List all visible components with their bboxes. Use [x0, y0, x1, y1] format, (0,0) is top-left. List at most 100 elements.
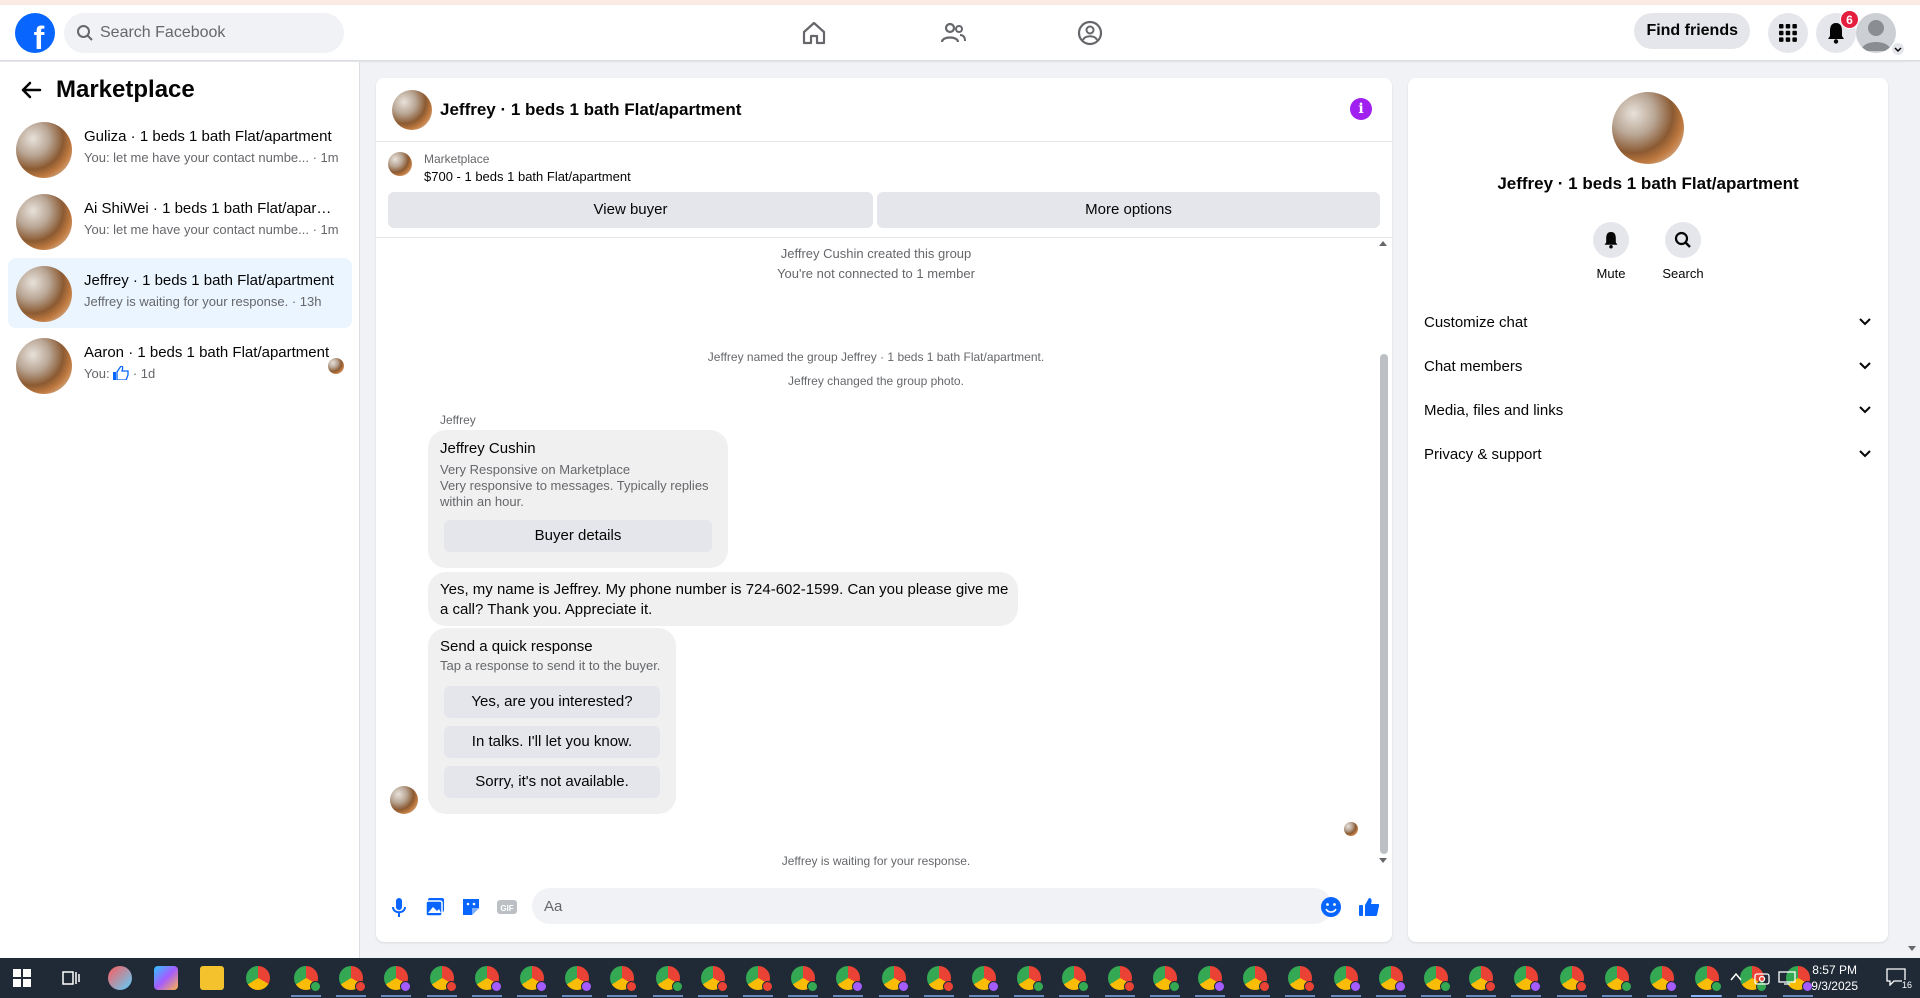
search-action[interactable]: Search — [1648, 222, 1718, 281]
windows-start-icon[interactable] — [13, 969, 31, 987]
gif-icon[interactable]: GIF — [496, 896, 518, 918]
search-input[interactable] — [100, 13, 330, 53]
quick-response-option[interactable]: Sorry, it's not available. — [444, 766, 660, 798]
groups-icon[interactable] — [1076, 19, 1104, 47]
chrome-profile-window-icon[interactable] — [429, 966, 457, 992]
system-message: Jeffrey changed the group photo. — [788, 374, 964, 388]
mute-button[interactable] — [1593, 222, 1629, 258]
chrome-profile-window-icon[interactable] — [1243, 966, 1271, 992]
chrome-profile-window-icon[interactable] — [474, 966, 502, 992]
microphone-icon[interactable] — [388, 896, 410, 918]
chrome-profile-window-icon[interactable] — [1107, 966, 1135, 992]
search-icon — [1674, 231, 1691, 248]
chrome-profile-window-icon[interactable] — [1017, 966, 1045, 992]
running-indicator — [833, 995, 864, 997]
chevron-down-icon[interactable] — [1892, 43, 1904, 55]
customize-chat-row[interactable]: Customize chat — [1424, 304, 1872, 340]
chrome-profile-window-icon[interactable] — [1650, 966, 1677, 992]
scroll-down-arrow-icon[interactable] — [1379, 858, 1387, 864]
network-icon[interactable] — [1778, 971, 1796, 985]
buyer-details-button[interactable]: Buyer details — [444, 520, 712, 552]
action-center-button[interactable]: 16 — [1886, 968, 1912, 990]
chrome-profile-window-icon[interactable] — [746, 966, 773, 992]
facebook-logo-icon[interactable]: f — [15, 13, 55, 53]
camera-icon[interactable] — [1754, 971, 1770, 985]
find-friends-button[interactable]: Find friends — [1634, 13, 1750, 49]
back-arrow-icon[interactable] — [20, 80, 42, 100]
chrome-profile-window-icon[interactable] — [972, 966, 999, 992]
listing-price[interactable]: $700 - 1 beds 1 bath Flat/apartment — [424, 169, 631, 184]
thread-scrollbar[interactable] — [1378, 241, 1388, 864]
copilot-icon[interactable] — [154, 966, 178, 990]
chrome-profile-window-icon[interactable] — [1378, 966, 1406, 992]
chrome-profile-window-icon[interactable] — [384, 966, 412, 992]
chevron-up-icon[interactable] — [1730, 972, 1742, 982]
chrome-profile-window-icon[interactable] — [1514, 966, 1542, 992]
chrome-profile-window-icon[interactable] — [791, 966, 819, 992]
group-photo[interactable] — [392, 90, 432, 130]
media-files-links-row[interactable]: Media, files and links — [1424, 392, 1872, 428]
chrome-profile-window-icon[interactable] — [881, 966, 909, 992]
sender-avatar[interactable] — [390, 786, 418, 814]
chrome-profile-window-icon[interactable] — [655, 966, 683, 992]
chrome-profile-window-icon[interactable] — [700, 966, 728, 992]
task-view-icon[interactable] — [62, 969, 80, 987]
friends-icon[interactable] — [939, 19, 967, 47]
notifications-button[interactable]: 6 — [1816, 10, 1859, 53]
more-options-button[interactable]: More options — [877, 192, 1380, 228]
view-buyer-button[interactable]: View buyer — [388, 192, 873, 228]
search-box[interactable] — [64, 13, 344, 53]
scroll-thumb[interactable] — [1380, 354, 1388, 854]
chrome-profile-window-icon[interactable] — [1152, 966, 1180, 992]
message-bubble[interactable]: Yes, my name is Jeffrey. My phone number… — [428, 572, 1018, 626]
chrome-profile-window-icon[interactable] — [565, 966, 593, 992]
running-indicator — [1647, 995, 1677, 997]
chrome-profile-window-icon[interactable] — [1424, 966, 1451, 992]
chrome-profile-window-icon[interactable] — [836, 966, 864, 992]
scroll-down-arrow-icon[interactable] — [1908, 946, 1916, 952]
chrome-profile-window-icon[interactable] — [1695, 966, 1723, 992]
quick-response-option[interactable]: Yes, are you interested? — [444, 686, 660, 718]
clock[interactable]: 8:57 PM 9/3/2025 — [1811, 962, 1858, 994]
message-input[interactable] — [532, 888, 1332, 924]
chrome-profile-window-icon[interactable] — [1604, 966, 1632, 992]
chrome-profile-window-icon[interactable] — [1559, 966, 1587, 992]
profile-badge-icon — [1304, 981, 1316, 992]
mute-action[interactable]: Mute — [1576, 222, 1646, 281]
scroll-up-arrow-icon[interactable] — [1379, 240, 1387, 246]
photo-attach-icon[interactable] — [424, 896, 446, 918]
chat-members-row[interactable]: Chat members — [1424, 348, 1872, 384]
home-icon[interactable] — [800, 19, 828, 47]
thumbs-up-send-icon[interactable] — [1358, 896, 1380, 918]
chrome-profile-window-icon[interactable] — [1288, 966, 1316, 992]
chrome-icon[interactable] — [246, 966, 270, 990]
privacy-support-row[interactable]: Privacy & support — [1424, 436, 1872, 472]
quick-response-option[interactable]: In talks. I'll let you know. — [444, 726, 660, 758]
conversation-item[interactable]: Aaron · 1 beds 1 bath Flat/apartment You… — [8, 330, 352, 400]
profile-badge-icon — [626, 981, 638, 992]
chrome-profile-window-icon[interactable] — [926, 966, 954, 992]
chrome-profile-window-icon[interactable] — [1333, 966, 1361, 992]
chrome-profile-window-icon[interactable] — [1198, 966, 1225, 992]
page-scrollbar[interactable] — [1904, 62, 1920, 958]
menu-button[interactable] — [1768, 13, 1808, 53]
chrome-profile-window-icon[interactable] — [520, 966, 547, 992]
chat-title[interactable]: Jeffrey · 1 beds 1 bath Flat/apartment — [440, 100, 741, 120]
chrome-profile-window-icon[interactable] — [294, 966, 321, 992]
chrome-profile-window-icon[interactable] — [1469, 966, 1497, 992]
chat-details-panel: Jeffrey · 1 beds 1 bath Flat/apartment M… — [1408, 78, 1888, 942]
info-icon[interactable]: i — [1350, 98, 1372, 120]
chrome-profile-window-icon[interactable] — [610, 966, 638, 992]
paint-app-icon[interactable] — [108, 966, 132, 990]
group-photo-large[interactable] — [1612, 92, 1684, 164]
sticker-icon[interactable] — [460, 896, 482, 918]
conversation-item[interactable]: Ai ShiWei · 1 beds 1 bath Flat/apartment… — [8, 186, 352, 256]
file-explorer-icon[interactable] — [200, 966, 224, 990]
conversation-item[interactable]: Guliza · 1 beds 1 bath Flat/apartment Yo… — [8, 114, 352, 184]
conversation-item-active[interactable]: Jeffrey · 1 beds 1 bath Flat/apartment J… — [8, 258, 352, 328]
chrome-profile-window-icon[interactable] — [1062, 966, 1090, 992]
search-in-chat-button[interactable] — [1665, 222, 1701, 258]
chrome-profile-window-icon[interactable] — [339, 966, 367, 992]
emoji-icon[interactable] — [1320, 896, 1342, 918]
profile-avatar-button[interactable] — [1856, 13, 1896, 53]
